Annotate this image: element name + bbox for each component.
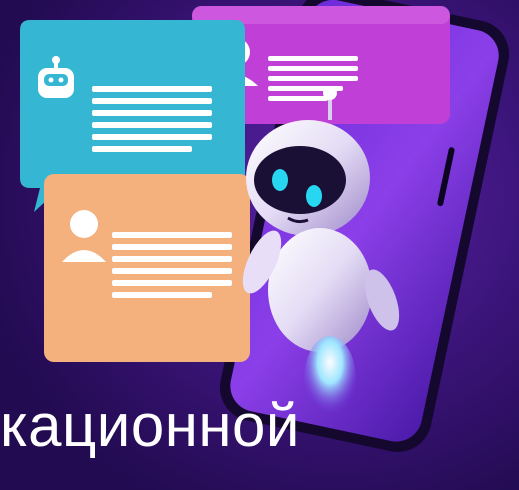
chat-bubble-peach	[44, 174, 250, 362]
robot-jet	[304, 336, 356, 424]
robot-eye-left	[272, 169, 288, 191]
robot-eye-right	[306, 185, 322, 207]
caption-text: кационной	[0, 392, 300, 459]
